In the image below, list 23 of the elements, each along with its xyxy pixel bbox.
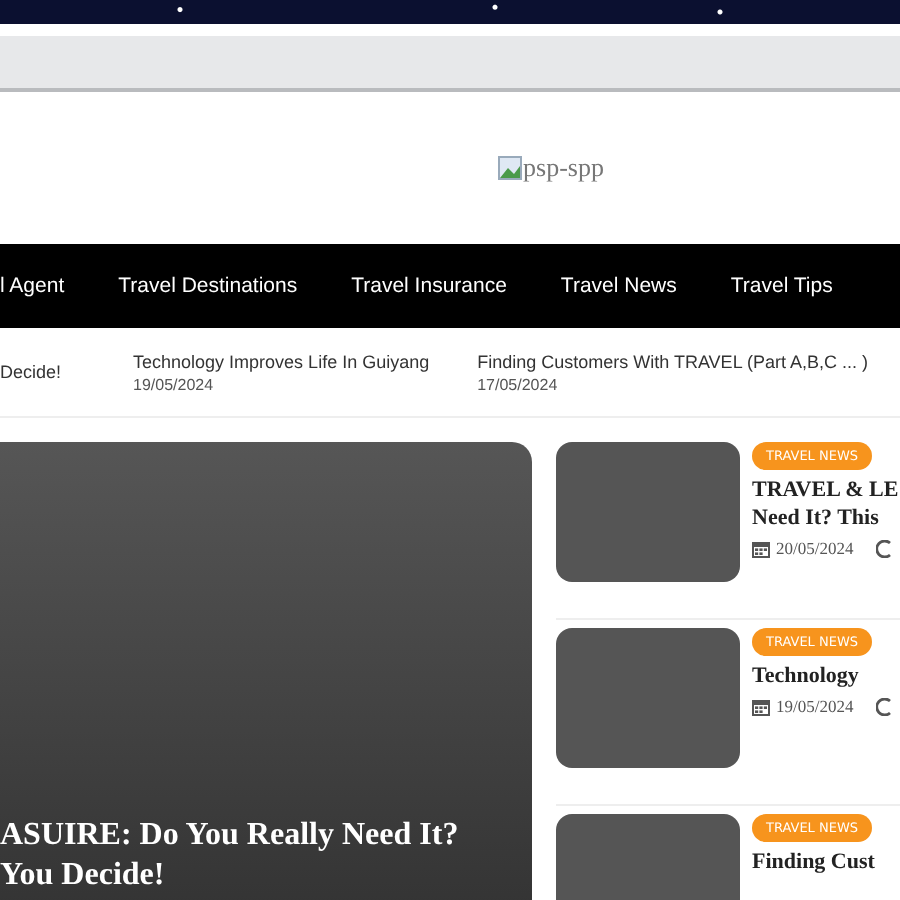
post-headline-link[interactable]: Finding Cust xyxy=(752,850,875,874)
calendar-icon xyxy=(752,539,770,557)
broken-image-icon xyxy=(497,156,522,180)
nav-link[interactable]: Travel Destinations xyxy=(118,274,298,298)
post-headline-link[interactable]: Technology xyxy=(752,664,859,688)
ticker-date: 17/05/2024 xyxy=(477,375,560,393)
nav-link[interactable]: Travel Insurance xyxy=(351,274,507,298)
nav-link[interactable]: Travel Tips xyxy=(730,274,833,298)
calendar-icon xyxy=(752,697,770,715)
comment-icon xyxy=(875,539,892,557)
ticker-date: 19/05/2024 xyxy=(133,375,216,393)
comment-icon xyxy=(875,697,892,715)
post-headline-link[interactable]: TRAVEL & LE Need It? This xyxy=(752,478,899,530)
featured-headline-link[interactable]: ASUIRE: Do You Really Need It? You Decide! xyxy=(0,818,459,894)
logo-link[interactable]: psp-spp xyxy=(497,152,604,184)
nav-link[interactable]: l Agent xyxy=(0,274,65,298)
post-date: 19/05/2024 xyxy=(776,696,854,716)
ticker-headline-link[interactable]: Decide! xyxy=(0,362,62,382)
ticker-headline-link[interactable]: Technology Improves Life In Guiyang xyxy=(133,351,430,371)
ticker-headline-link[interactable]: Finding Customers With TRAVEL (Part A,B,C ... ) xyxy=(477,351,868,371)
post-date: 20/05/2024 xyxy=(776,538,854,558)
nav-link[interactable]: Travel News xyxy=(560,274,677,298)
image-alt-text: psp-spp xyxy=(523,152,604,184)
